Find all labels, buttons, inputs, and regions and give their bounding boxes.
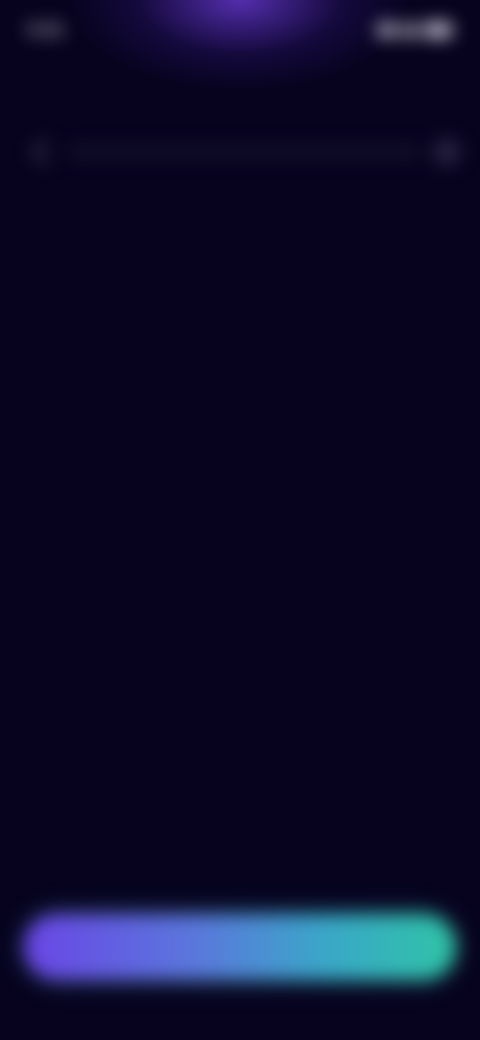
status-icons <box>378 23 452 37</box>
close-icon[interactable] <box>434 139 460 165</box>
progress-row <box>30 138 460 166</box>
signal-icon <box>378 24 396 36</box>
status-time: 9:41 <box>28 20 65 39</box>
progress-bar <box>68 148 420 156</box>
content-layer: 9:41 <box>0 0 480 1040</box>
status-bar: 9:41 <box>28 14 452 46</box>
wifi-icon <box>402 24 418 36</box>
onboarding-screen: 9:41 <box>0 0 480 1040</box>
back-icon[interactable] <box>32 139 58 165</box>
battery-icon <box>424 23 452 37</box>
continue-button[interactable] <box>24 914 456 980</box>
